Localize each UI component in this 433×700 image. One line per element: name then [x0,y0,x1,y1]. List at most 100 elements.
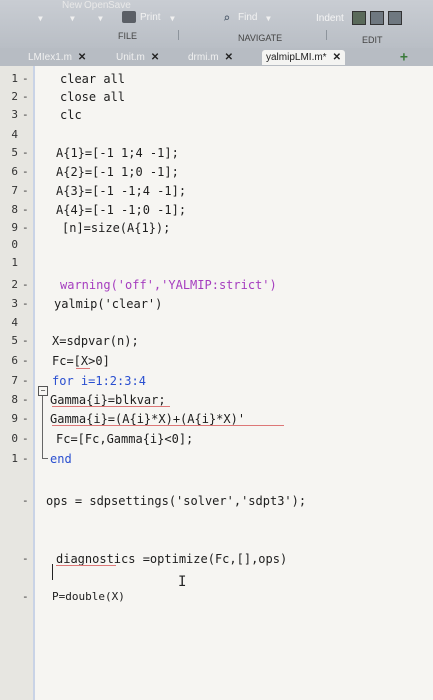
section-divider [326,30,327,40]
executable-marker: - [22,374,29,387]
tab-yalmiplmi[interactable]: yalmipLMI.m* ✕ [262,50,345,65]
line-number: 6 [11,165,18,178]
code-line[interactable]: Gamma{i}=blkvar; [50,393,166,407]
executable-marker: - [22,297,29,310]
code-editor[interactable]: 1 2 3 4 5 6 7 8 9 0 1 2 3 4 5 6 7 8 9 0 … [0,66,433,700]
line-number: 1 [11,452,18,465]
line-number: 9 [11,412,18,425]
section-label-file: FILE [118,31,138,41]
close-icon[interactable]: ✕ [333,52,341,63]
fold-guide-end [42,458,48,459]
close-icon[interactable]: ✕ [78,52,86,63]
code-line[interactable]: ops = sdpsettings('solver','sdpt3'); [46,494,306,508]
line-number: 8 [11,203,18,216]
code-line[interactable]: warning('off','YALMIP:strict') [60,278,277,292]
executable-marker: - [22,452,29,465]
tab-label: Unit.m [116,52,145,63]
code-line[interactable]: close all [60,90,125,104]
close-icon[interactable]: ✕ [225,52,233,63]
comment-icon[interactable] [352,11,366,25]
smart-indent-icon[interactable] [388,11,402,25]
line-number: 0 [11,432,18,445]
executable-marker: - [22,221,29,234]
code-line[interactable]: A{1}=[-1 1;4 -1]; [56,146,179,160]
find-button[interactable]: Find [238,12,257,23]
line-number: 6 [11,354,18,367]
code-line[interactable]: P=double(X) [52,590,125,603]
new-dropdown-arrow-icon[interactable]: ▼ [38,14,43,23]
ibeam-cursor-icon: I [178,574,187,590]
fold-toggle-icon[interactable]: − [38,386,48,396]
print-dropdown-arrow-icon[interactable]: ▼ [170,14,175,23]
executable-marker: - [22,412,29,425]
new-button[interactable]: New [62,0,82,11]
executable-marker: - [22,334,29,347]
line-number: 2 [11,90,18,103]
line-number: 0 [11,238,18,251]
close-icon[interactable]: ✕ [151,52,159,63]
executable-marker: - [22,552,29,565]
code-line[interactable]: for i=1:2:3:4 [52,374,146,388]
executable-marker: - [22,165,29,178]
warning-underline [56,565,116,566]
section-label-navigate: NAVIGATE [238,33,283,43]
code-line[interactable]: X=sdpvar(n); [52,334,139,348]
open-button[interactable]: Open [84,0,108,11]
executable-marker: - [22,108,29,121]
tab-drmi[interactable]: drmi.m ✕ [188,50,233,65]
code-line[interactable]: clear all [60,72,125,86]
code-line[interactable]: clc [60,108,82,122]
save-button[interactable]: Save [108,0,131,11]
open-dropdown-arrow-icon[interactable]: ▼ [70,14,75,23]
tab-label: yalmipLMI.m* [266,52,327,63]
line-number: 3 [11,297,18,310]
line-number: 4 [11,128,18,141]
executable-marker: - [22,432,29,445]
wrap-icon[interactable] [370,11,384,25]
fold-guide [42,396,43,458]
warning-underline [52,406,170,407]
line-number: 9 [11,221,18,234]
line-number: 1 [11,72,18,85]
code-line[interactable]: A{2}=[-1 1;0 -1]; [56,165,179,179]
executable-marker: - [22,72,29,85]
section-label-edit: EDIT [362,35,383,45]
warning-underline [52,425,284,426]
line-number: 2 [11,278,18,291]
line-number: 3 [11,108,18,121]
find-dropdown-arrow-icon[interactable]: ▼ [266,14,271,23]
code-line[interactable]: Gamma{i}=(A{i}*X)+(A{i}*X)' [50,412,245,426]
code-line[interactable]: Fc=[X>0] [52,354,110,368]
section-divider [178,30,179,40]
code-line[interactable]: diagnostics =optimize(Fc,[],ops) [56,552,287,566]
executable-marker: - [22,146,29,159]
code-line[interactable]: yalmip('clear') [54,297,162,311]
search-icon[interactable]: ⌕ [223,11,230,25]
line-number: 7 [11,184,18,197]
code-line[interactable]: [n]=size(A{1}); [62,221,170,235]
tab-unit[interactable]: Unit.m ✕ [116,50,159,65]
print-button[interactable]: Print [140,12,161,23]
line-number: 4 [11,316,18,329]
line-number: 5 [11,146,18,159]
line-number: 8 [11,393,18,406]
executable-marker: - [22,90,29,103]
code-line[interactable]: Fc=[Fc,Gamma{i}<0]; [56,432,193,446]
save-dropdown-arrow-icon[interactable]: ▼ [98,14,103,23]
executable-marker: - [22,393,29,406]
text-caret [52,564,53,580]
line-number: 1 [11,256,18,269]
indent-button[interactable]: Indent [316,13,344,24]
tab-lmiex1[interactable]: LMIex1.m ✕ [28,50,86,65]
tab-label: drmi.m [188,52,219,63]
executable-marker: - [22,184,29,197]
line-number: 5 [11,334,18,347]
code-line[interactable]: end [50,452,72,466]
print-icon[interactable] [122,11,136,23]
code-line[interactable]: A{4}=[-1 -1;0 -1]; [56,203,186,217]
line-number: 7 [11,374,18,387]
breakpoint-column[interactable] [33,66,35,700]
code-line[interactable]: A{3}=[-1 -1;4 -1]; [56,184,186,198]
add-tab-icon[interactable]: + [400,50,408,65]
tab-label: LMIex1.m [28,52,72,63]
